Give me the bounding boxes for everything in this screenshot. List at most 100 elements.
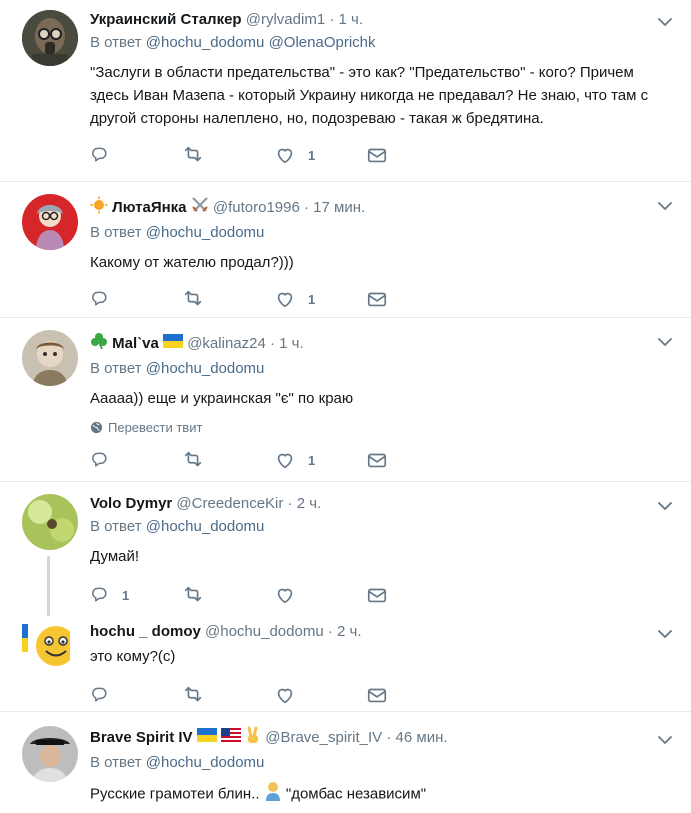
timestamp[interactable]: 2 ч. <box>337 623 362 640</box>
retweet-button[interactable] <box>182 449 274 471</box>
tweet-actions: 1 <box>90 144 669 166</box>
envelope-icon <box>367 292 387 307</box>
translate-tweet-link[interactable]: Перевести твит <box>90 420 669 435</box>
reply-button[interactable]: 1 <box>90 585 182 605</box>
retweet-button[interactable] <box>182 288 274 310</box>
reply-to-link[interactable]: @hochu_dodomu <box>146 518 265 535</box>
tweet-actions: 1 <box>90 584 669 606</box>
reply-icon <box>92 147 107 162</box>
avatar[interactable] <box>22 10 78 66</box>
timestamp[interactable]: 17 мин. <box>313 199 365 216</box>
tweet[interactable]: Brave Spirit IV @Brave_spirit_IV · 46 ми… <box>0 712 691 812</box>
tweet-actions: 1 <box>90 288 669 310</box>
user-handle[interactable]: @rylvadim1 <box>246 11 325 28</box>
timestamp[interactable]: 1 ч. <box>339 11 364 28</box>
tweet[interactable]: Украинский Сталкер @rylvadim1 · 1 ч. В о… <box>0 0 691 182</box>
tweet-header: hochu _ domoy @hochu_dodomu · 2 ч. <box>90 622 669 642</box>
reply-button[interactable] <box>90 289 182 309</box>
reply-icon <box>92 452 107 467</box>
user-handle[interactable]: @hochu_dodomu <box>205 623 324 640</box>
tweet-header: Mal`va @kalinaz24 · 1 ч. <box>90 332 669 356</box>
tweet-text-part: "домбас независим" <box>285 785 427 803</box>
reply-prefix: В ответ <box>90 754 142 771</box>
reply-icon <box>92 587 107 602</box>
user-handle[interactable]: @kalinaz24 <box>187 335 266 352</box>
separator-dot: · <box>303 198 309 216</box>
reply-prefix: В ответ <box>90 360 142 377</box>
tweet[interactable]: Volo Dymyr @CreedenceKir · 2 ч. В ответ … <box>0 482 691 616</box>
victory-hand-icon <box>245 726 261 750</box>
chevron-down-icon[interactable] <box>657 498 673 514</box>
tweet-text: Аaaaa)) еще и украинская "є" по краю <box>90 390 354 407</box>
tweet-actions: 1 <box>90 449 669 471</box>
display-name[interactable]: Brave Spirit IV <box>90 729 193 746</box>
reply-to-link[interactable]: @hochu_dodomu @OlenaOprichk <box>146 34 376 51</box>
display-name[interactable]: Mal`va <box>112 335 159 352</box>
avatar[interactable] <box>22 494 78 550</box>
direct-message-button[interactable] <box>366 449 458 471</box>
retweet-button[interactable] <box>182 684 274 706</box>
retweet-icon <box>184 451 202 467</box>
retweet-icon <box>184 586 202 602</box>
tweet[interactable]: hochu _ domoy @hochu_dodomu · 2 ч. это к… <box>0 616 691 712</box>
reply-prefix: В ответ <box>90 518 142 535</box>
retweet-icon <box>184 290 202 306</box>
timestamp[interactable]: 46 мин. <box>396 729 448 746</box>
like-button[interactable]: 1 <box>274 144 366 166</box>
chevron-down-icon[interactable] <box>657 14 673 30</box>
user-handle[interactable]: @CreedenceKir <box>176 495 283 512</box>
ukraine-flag-icon <box>163 334 184 354</box>
avatar[interactable] <box>22 194 78 250</box>
tweet[interactable]: ЛютаЯнка @futoro1996 · 17 мин. В ответ @… <box>0 182 691 318</box>
reply-to-link[interactable]: @hochu_dodomu <box>146 224 265 241</box>
display-name[interactable]: hochu _ domoy <box>90 623 201 640</box>
retweet-button[interactable] <box>182 584 274 606</box>
reply-context: В ответ @hochu_dodomu <box>90 753 669 773</box>
reply-count: 1 <box>122 587 130 603</box>
direct-message-button[interactable] <box>366 684 458 706</box>
chevron-down-icon[interactable] <box>657 334 673 350</box>
chevron-down-icon[interactable] <box>657 198 673 214</box>
like-button[interactable] <box>274 584 366 606</box>
reply-to-link[interactable]: @hochu_dodomu <box>146 360 265 377</box>
avatar[interactable] <box>22 620 70 668</box>
reply-button[interactable] <box>90 145 182 165</box>
thread-connector-line <box>47 556 50 616</box>
display-name[interactable]: Volo Dymyr <box>90 495 172 512</box>
avatar[interactable] <box>22 330 78 386</box>
globe-icon <box>90 421 103 434</box>
reply-to-link[interactable]: @hochu_dodomu <box>146 754 265 771</box>
reply-context: В ответ @hochu_dodomu <box>90 359 669 379</box>
reply-button[interactable] <box>90 450 182 470</box>
reply-context: В ответ @hochu_dodomu <box>90 517 669 537</box>
reply-context: В ответ @hochu_dodomu @OlenaOprichk <box>90 33 669 53</box>
like-button[interactable]: 1 <box>274 449 366 471</box>
direct-message-button[interactable] <box>366 584 458 606</box>
reply-button[interactable] <box>90 685 182 705</box>
display-name[interactable]: ЛютаЯнка <box>112 199 186 216</box>
tweet-text: "Заслуги в области предательства" - это … <box>90 64 649 127</box>
avatar[interactable] <box>22 726 78 782</box>
timestamp[interactable]: 2 ч. <box>297 495 322 512</box>
user-handle[interactable]: @Brave_spirit_IV <box>265 729 382 746</box>
like-count: 1 <box>308 291 316 307</box>
tweet[interactable]: Mal`va @kalinaz24 · 1 ч. В ответ @hochu_… <box>0 318 691 482</box>
tweet-header: ЛютаЯнка @futoro1996 · 17 мин. <box>90 196 669 220</box>
direct-message-button[interactable] <box>366 288 458 310</box>
like-button[interactable]: 1 <box>274 288 366 310</box>
display-name[interactable]: Украинский Сталкер <box>90 11 242 28</box>
direct-message-button[interactable] <box>366 144 458 166</box>
ukraine-flag-icon <box>196 728 217 748</box>
person-shrugging-icon <box>264 781 282 808</box>
retweet-button[interactable] <box>182 144 274 166</box>
tweet-text: Думай! <box>90 548 140 565</box>
timestamp[interactable]: 1 ч. <box>279 335 304 352</box>
retweet-icon <box>184 146 202 162</box>
chevron-down-icon[interactable] <box>657 732 673 748</box>
separator-dot: · <box>287 495 293 512</box>
chevron-down-icon[interactable] <box>657 626 673 642</box>
like-count: 1 <box>308 147 316 163</box>
like-button[interactable] <box>274 684 366 706</box>
user-handle[interactable]: @futoro1996 <box>213 199 300 216</box>
translate-label: Перевести твит <box>108 420 203 435</box>
